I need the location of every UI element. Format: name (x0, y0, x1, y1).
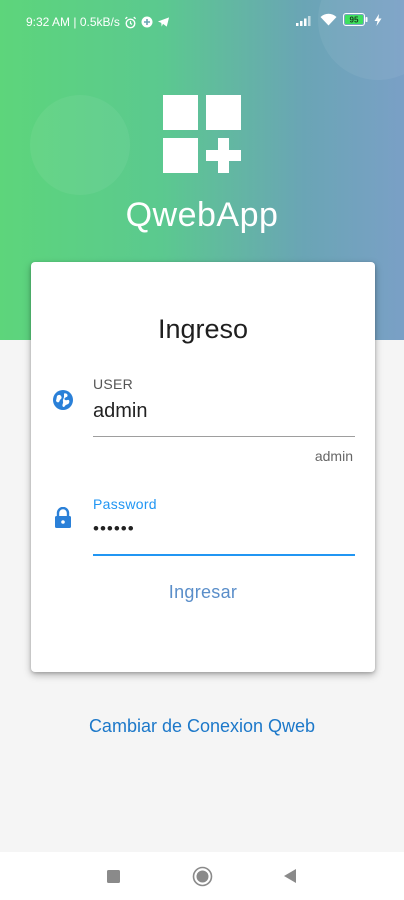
apps-add-icon (163, 95, 241, 173)
login-card: Ingreso USER admin admin Password ••••••… (31, 262, 375, 672)
status-time: 9:32 AM | 0.5kB/s (26, 15, 120, 29)
alarm-icon (124, 16, 136, 28)
signal-icon (296, 15, 311, 26)
login-button[interactable]: Ingresar (31, 582, 375, 603)
password-input[interactable]: •••••• (93, 519, 135, 539)
user-input-underline (93, 436, 355, 437)
status-bar: 9:32 AM | 0.5kB/s 95 (0, 0, 404, 42)
telegram-icon (157, 17, 169, 27)
wifi-icon (320, 13, 337, 26)
change-connection-link[interactable]: Cambiar de Conexion Qweb (0, 716, 404, 737)
back-icon[interactable] (284, 869, 296, 883)
home-icon[interactable] (192, 866, 213, 887)
password-field-label: Password (93, 496, 157, 512)
charging-icon (374, 13, 382, 26)
lock-icon (55, 507, 71, 528)
user-helper-text: admin (314, 448, 353, 464)
app-title: QwebApp (125, 196, 279, 234)
decorative-bubble (30, 95, 130, 195)
user-field-label: USER (93, 376, 134, 392)
data-saver-icon (141, 16, 153, 28)
battery-icon: 95 (343, 13, 368, 26)
globe-icon (53, 390, 73, 410)
recent-apps-icon[interactable] (107, 870, 120, 883)
login-title: Ingreso (157, 314, 249, 344)
battery-level: 95 (350, 16, 359, 25)
password-input-underline (93, 554, 355, 556)
user-input[interactable]: admin (93, 400, 147, 423)
system-nav-bar (0, 852, 404, 900)
